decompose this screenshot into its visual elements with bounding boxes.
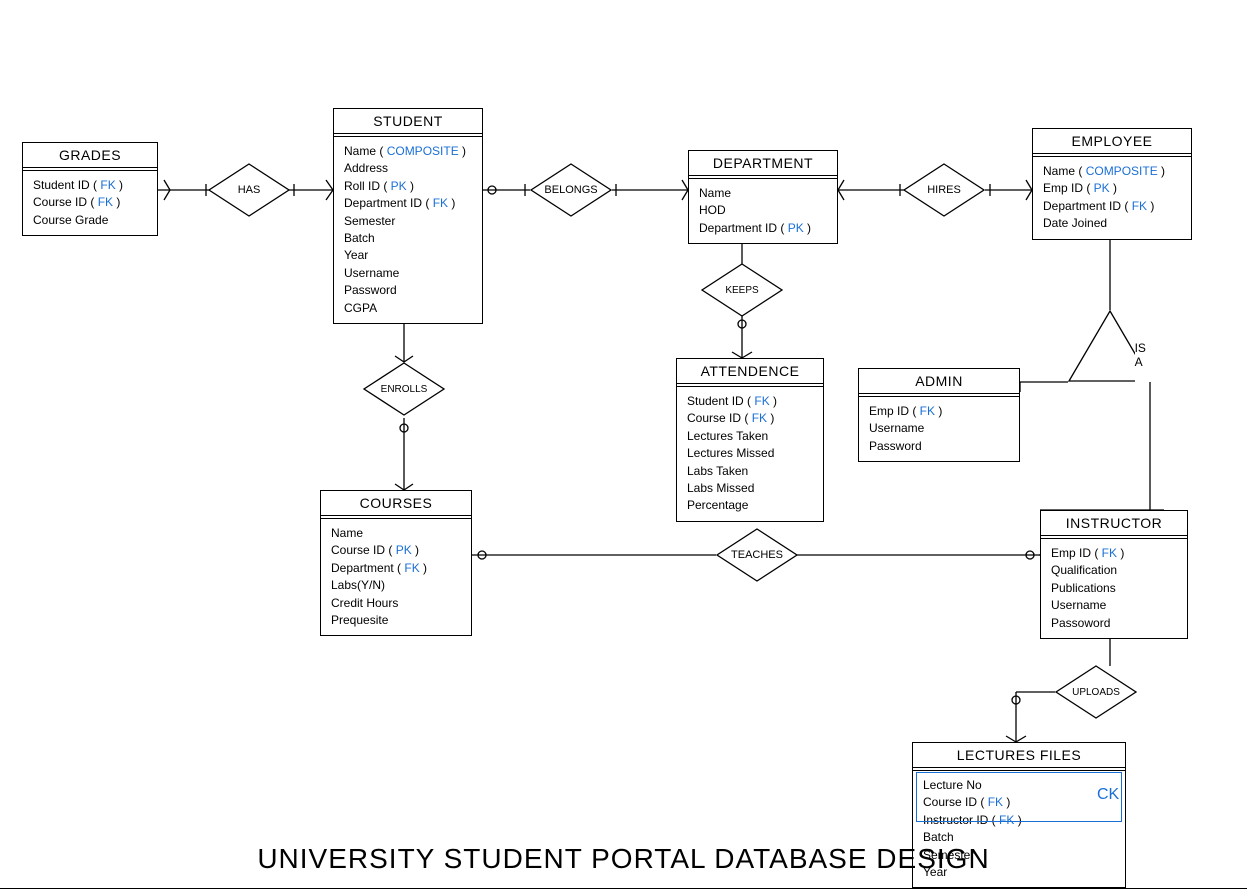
relationship-teaches: TEACHES [716, 528, 798, 582]
entity-admin-attrs: Emp ID ( FK )UsernamePassword [859, 397, 1019, 461]
relationship-enrolls: ENROLLS [363, 362, 445, 416]
attribute: Credit Hours [331, 595, 461, 612]
attribute: Student ID ( FK ) [687, 393, 813, 410]
attribute: Labs Missed [687, 480, 813, 497]
attribute: Student ID ( FK ) [33, 177, 147, 194]
composite-key-label: CK [1097, 786, 1119, 804]
attribute: Qualification [1051, 562, 1177, 579]
entity-admin-title: ADMIN [859, 369, 1019, 394]
entity-employee-title: EMPLOYEE [1033, 129, 1191, 154]
entity-department-attrs: NameHODDepartment ID ( PK ) [689, 179, 837, 243]
attribute: Date Joined [1043, 215, 1181, 232]
entity-attendence-attrs: Student ID ( FK )Course ID ( FK )Lecture… [677, 387, 823, 521]
entity-instructor-attrs: Emp ID ( FK )QualificationPublicationsUs… [1041, 539, 1187, 638]
attribute: Semester [344, 213, 472, 230]
entity-lectures-files-title: LECTURES FILES [913, 743, 1125, 768]
attribute: Batch [344, 230, 472, 247]
attribute: Passoword [1051, 615, 1177, 632]
entity-attendence-title: ATTENDENCE [677, 359, 823, 384]
attribute: Password [344, 282, 472, 299]
attribute: Labs Taken [687, 463, 813, 480]
attribute: HOD [699, 202, 827, 219]
attribute: Percentage [687, 497, 813, 514]
attribute: Password [869, 438, 1009, 455]
attribute: Course Grade [33, 212, 147, 229]
attribute: Roll ID ( PK ) [344, 178, 472, 195]
attribute: Name ( COMPOSITE ) [1043, 163, 1181, 180]
attribute: Username [344, 265, 472, 282]
relationship-uploads: UPLOADS [1055, 665, 1137, 719]
entity-grades-attrs: Student ID ( FK )Course ID ( FK )Course … [23, 171, 157, 235]
relationship-has: HAS [208, 163, 290, 217]
entity-student-title: STUDENT [334, 109, 482, 134]
entity-courses-title: COURSES [321, 491, 471, 516]
attribute: Emp ID ( PK ) [1043, 180, 1181, 197]
diagram-title: UNIVERSITY STUDENT PORTAL DATABASE DESIG… [0, 843, 1247, 875]
attribute: Labs(Y/N) [331, 577, 461, 594]
attribute: Course ID ( FK ) [687, 410, 813, 427]
attribute: Department ( FK ) [331, 560, 461, 577]
relationship-belongs: BELONGS [530, 163, 612, 217]
entity-student-attrs: Name ( COMPOSITE )AddressRoll ID ( PK )D… [334, 137, 482, 323]
attribute: Name [331, 525, 461, 542]
entity-student: STUDENT Name ( COMPOSITE )AddressRoll ID… [333, 108, 483, 324]
entity-employee: EMPLOYEE Name ( COMPOSITE )Emp ID ( PK )… [1032, 128, 1192, 240]
entity-attendence: ATTENDENCE Student ID ( FK )Course ID ( … [676, 358, 824, 522]
composite-key-box [916, 772, 1122, 822]
attribute: CGPA [344, 300, 472, 317]
attribute: Course ID ( FK ) [33, 194, 147, 211]
attribute: Username [1051, 597, 1177, 614]
attribute: Department ID ( FK ) [1043, 198, 1181, 215]
attribute: Emp ID ( FK ) [1051, 545, 1177, 562]
entity-department: DEPARTMENT NameHODDepartment ID ( PK ) [688, 150, 838, 244]
entity-courses-attrs: NameCourse ID ( PK )Department ( FK )Lab… [321, 519, 471, 635]
relationship-hires: HIRES [903, 163, 985, 217]
attribute: Lectures Taken [687, 428, 813, 445]
entity-instructor-title: INSTRUCTOR [1041, 511, 1187, 536]
attribute: Department ID ( FK ) [344, 195, 472, 212]
entity-courses: COURSES NameCourse ID ( PK )Department (… [320, 490, 472, 636]
relationship-keeps: KEEPS [701, 263, 783, 317]
attribute: Name ( COMPOSITE ) [344, 143, 472, 160]
attribute: Address [344, 160, 472, 177]
entity-grades-title: GRADES [23, 143, 157, 168]
entity-admin: ADMIN Emp ID ( FK )UsernamePassword [858, 368, 1020, 462]
entity-department-title: DEPARTMENT [689, 151, 837, 176]
attribute: Emp ID ( FK ) [869, 403, 1009, 420]
entity-instructor: INSTRUCTOR Emp ID ( FK )QualificationPub… [1040, 510, 1188, 639]
attribute: Lectures Missed [687, 445, 813, 462]
attribute: Year [344, 247, 472, 264]
attribute: Course ID ( PK ) [331, 542, 461, 559]
attribute: Username [869, 420, 1009, 437]
attribute: Department ID ( PK ) [699, 220, 827, 237]
attribute: Publications [1051, 580, 1177, 597]
generalization-isa: IS A [1068, 310, 1152, 382]
attribute: Prequesite [331, 612, 461, 629]
entity-grades: GRADES Student ID ( FK )Course ID ( FK )… [22, 142, 158, 236]
attribute: Name [699, 185, 827, 202]
entity-employee-attrs: Name ( COMPOSITE )Emp ID ( PK )Departmen… [1033, 157, 1191, 239]
